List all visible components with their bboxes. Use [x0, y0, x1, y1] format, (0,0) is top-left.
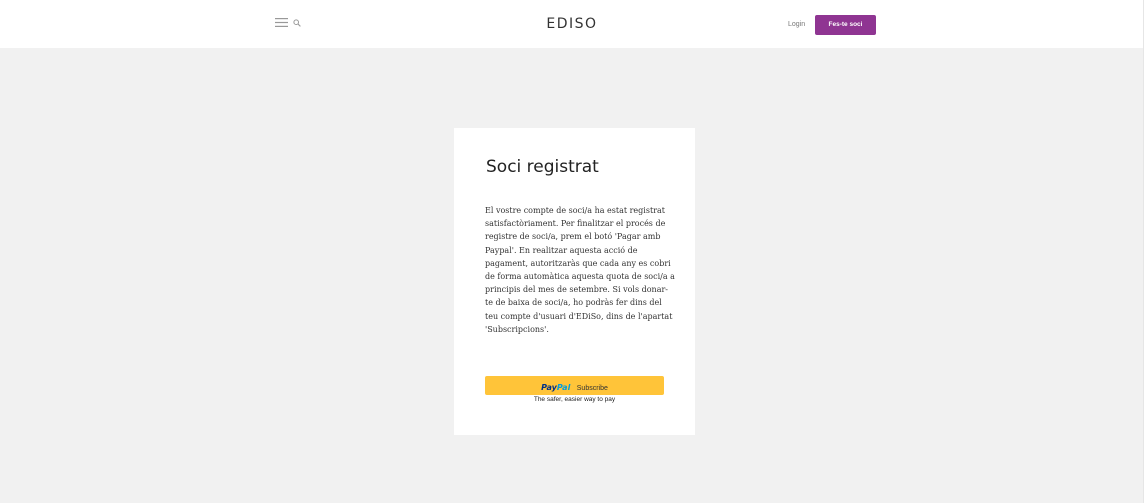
card-title: Soci registrat — [486, 157, 599, 177]
paypal-subscribe-button[interactable]: PayPal Subscribe — [485, 376, 664, 395]
join-button[interactable]: Fes-te soci — [815, 15, 876, 35]
registration-card: Soci registrat El vostre compte de soci/… — [454, 128, 695, 435]
paypal-logo: PayPal — [541, 383, 571, 392]
card-body-text: El vostre compte de soci/a ha estat regi… — [485, 206, 675, 334]
site-title[interactable]: EDISO — [0, 16, 1144, 32]
paypal-tagline: The safer, easier way to pay — [533, 396, 616, 403]
login-link[interactable]: Login — [788, 21, 805, 28]
site-header: EDISO Login Fes-te soci — [0, 0, 1144, 48]
paypal-subscribe-label: Subscribe — [576, 385, 608, 392]
